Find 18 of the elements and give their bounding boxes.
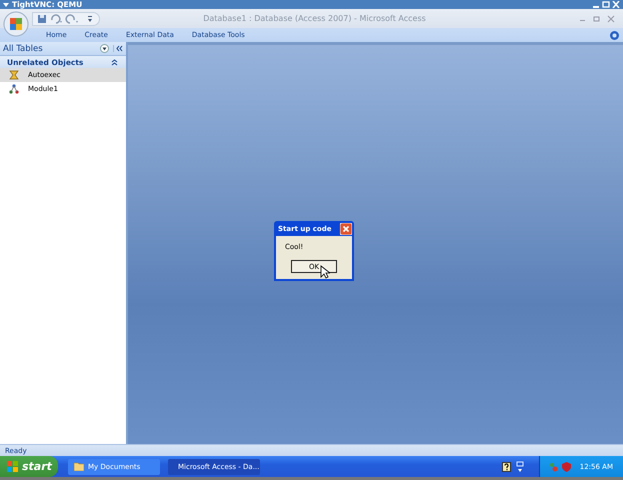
windows-flag-icon xyxy=(7,461,18,472)
undo-icon[interactable] xyxy=(49,14,63,24)
folder-icon xyxy=(74,462,84,471)
save-icon[interactable] xyxy=(37,14,47,24)
menu-icon[interactable] xyxy=(3,2,9,7)
maximize-icon[interactable] xyxy=(602,1,610,8)
shield-icon[interactable] xyxy=(562,462,571,472)
module-icon xyxy=(9,84,19,94)
dropdown-icon[interactable] xyxy=(100,44,109,53)
collapse-icon[interactable] xyxy=(113,45,123,52)
collapse-icon[interactable] xyxy=(111,58,118,66)
redo-icon[interactable] xyxy=(65,14,79,24)
pointer-icon xyxy=(320,265,330,279)
customize-icon[interactable] xyxy=(87,14,93,22)
window-title: Database1 : Database (Access 2007) - Microsoft Access xyxy=(202,14,427,23)
restore-icon[interactable] xyxy=(593,14,601,22)
macro-icon xyxy=(9,70,19,80)
start-button[interactable]: start xyxy=(0,456,58,477)
